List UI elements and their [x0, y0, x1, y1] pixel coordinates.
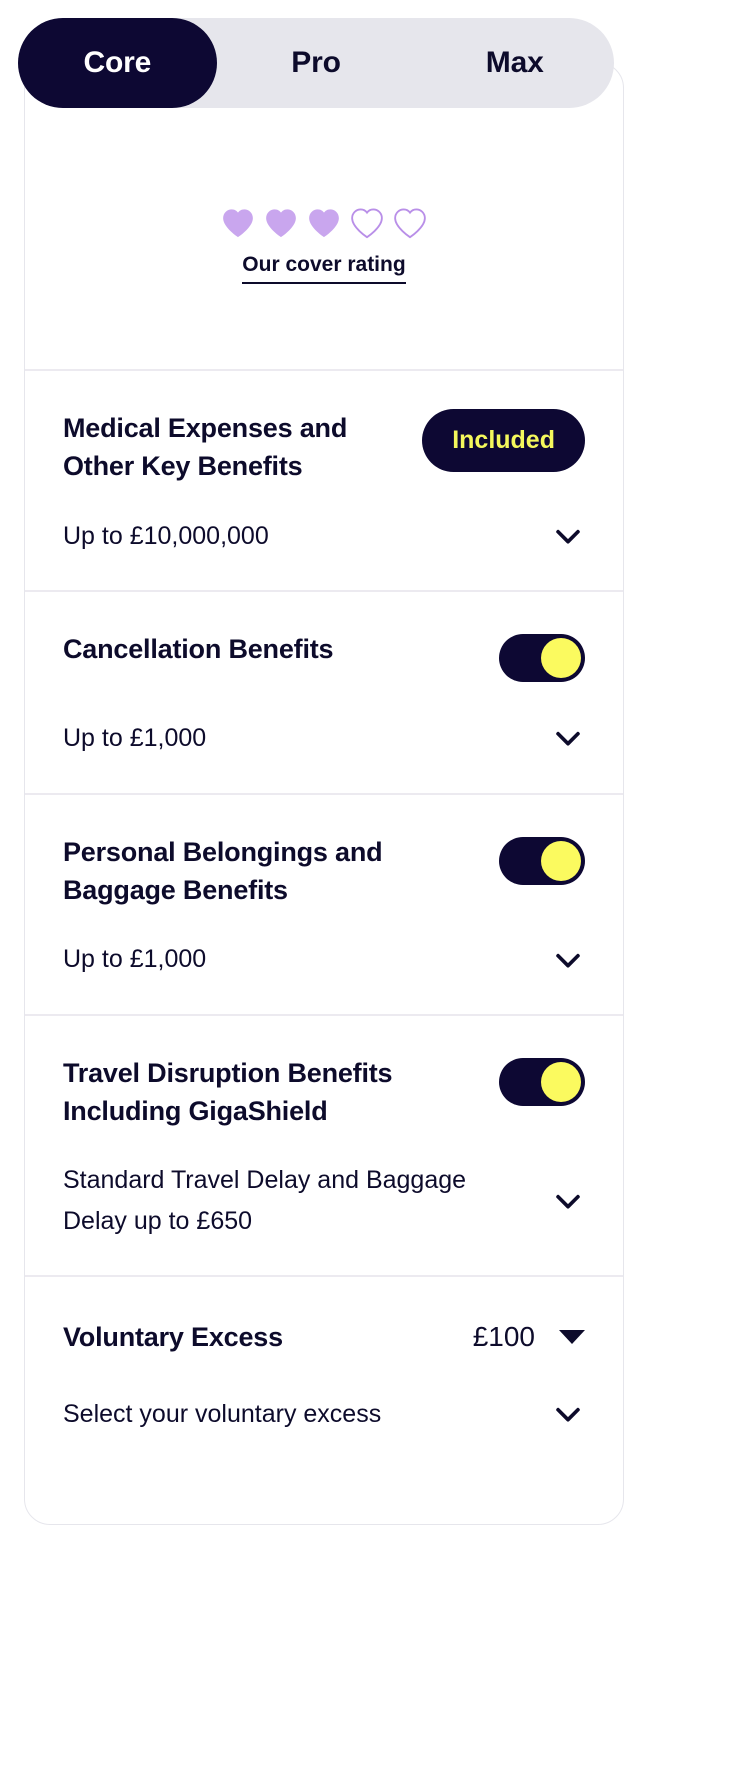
- benefit-header: Cancellation Benefits: [63, 630, 585, 688]
- tab-pro[interactable]: Pro: [217, 18, 416, 108]
- cover-rating-label[interactable]: Our cover rating: [242, 253, 406, 284]
- benefit-title: Personal Belongings and Baggage Benefits: [63, 836, 383, 905]
- benefit-title: Cancellation Benefits: [63, 634, 334, 665]
- voluntary-excess-expander[interactable]: Select your voluntary excess: [63, 1397, 585, 1431]
- heart-filled-icon: [309, 208, 339, 237]
- voluntary-excess-select[interactable]: £100: [473, 1321, 585, 1353]
- app-root: Core Pro Max Our cover rating Medical Ex…: [0, 0, 732, 1773]
- benefit-header: Travel Disruption Benefits Including Gig…: [63, 1054, 585, 1131]
- benefit-row-travel-disruption: Travel Disruption Benefits Including Gig…: [25, 1013, 623, 1276]
- chevron-down-icon[interactable]: [551, 721, 585, 755]
- benefit-title: Travel Disruption Benefits Including Gig…: [63, 1057, 393, 1127]
- plan-tab-bar: Core Pro Max: [18, 18, 614, 108]
- tab-max-label: Max: [485, 46, 544, 79]
- benefit-subtitle: Up to £1,000: [63, 724, 207, 753]
- cover-rating-hearts: [221, 207, 427, 239]
- benefit-subtitle: Up to £10,000,000: [63, 521, 269, 550]
- voluntary-excess-header: Voluntary Excess £100: [63, 1321, 585, 1353]
- chevron-down-icon[interactable]: [551, 1184, 585, 1218]
- toggle-knob: [541, 1061, 581, 1102]
- chevron-down-icon[interactable]: [551, 943, 585, 977]
- benefit-toggle-cancellation[interactable]: [499, 634, 585, 683]
- benefit-header: Medical Expenses and Other Key Benefits …: [63, 409, 585, 486]
- tab-max[interactable]: Max: [415, 18, 614, 108]
- benefit-expander[interactable]: Standard Travel Delay and Baggage Delay …: [63, 1160, 585, 1241]
- voluntary-excess-hint: Select your voluntary excess: [63, 1399, 382, 1428]
- plan-card: Our cover rating Medical Expenses and Ot…: [24, 62, 624, 1525]
- cover-rating-panel: Our cover rating: [25, 63, 623, 369]
- benefit-toggle-travel-disruption[interactable]: [499, 1057, 585, 1106]
- tab-core-label: Core: [83, 46, 152, 79]
- benefit-header: Personal Belongings and Baggage Benefits: [63, 833, 585, 910]
- toggle-knob: [541, 638, 581, 679]
- benefit-row-medical-expenses: Medical Expenses and Other Key Benefits …: [25, 369, 623, 590]
- heart-filled-icon: [266, 208, 296, 237]
- heart-outline-icon: [351, 207, 383, 238]
- chevron-down-icon[interactable]: [551, 519, 585, 553]
- voluntary-excess-row: Voluntary Excess £100 Select your volunt…: [25, 1275, 623, 1471]
- heart-filled-icon: [223, 208, 253, 237]
- benefit-subtitle: Standard Travel Delay and Baggage Delay …: [63, 1166, 467, 1235]
- benefit-row-cancellation: Cancellation Benefits Up to £1,000: [25, 590, 623, 793]
- voluntary-excess-title: Voluntary Excess: [63, 1321, 283, 1352]
- included-badge[interactable]: Included: [422, 409, 585, 472]
- caret-down-icon[interactable]: [559, 1330, 585, 1345]
- benefit-expander[interactable]: Up to £1,000: [63, 718, 585, 759]
- benefit-subtitle: Up to £1,000: [63, 945, 207, 974]
- benefit-row-personal-belongings: Personal Belongings and Baggage Benefits…: [25, 792, 623, 1014]
- voluntary-excess-value: £100: [472, 1321, 535, 1353]
- chevron-down-icon[interactable]: [551, 1397, 585, 1431]
- heart-outline-icon: [394, 207, 426, 238]
- tab-core[interactable]: Core: [18, 18, 217, 108]
- benefit-toggle-personal-belongings[interactable]: [499, 836, 585, 885]
- benefit-expander[interactable]: Up to £1,000: [63, 939, 585, 980]
- toggle-knob: [541, 840, 581, 881]
- benefit-expander[interactable]: Up to £10,000,000: [63, 516, 585, 557]
- benefit-title: Medical Expenses and Other Key Benefits: [63, 413, 348, 482]
- tab-pro-label: Pro: [291, 46, 341, 79]
